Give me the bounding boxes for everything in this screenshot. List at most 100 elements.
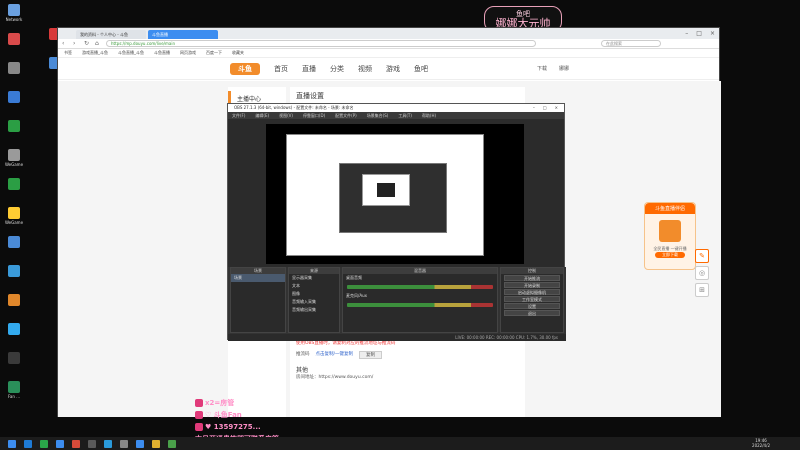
obs-menu-item[interactable]: 编辑(E) [255,112,269,119]
taskbar-clock[interactable]: 19:46 2022/4/2 [752,438,770,448]
nav-live[interactable]: 直播 [302,64,316,74]
back-icon[interactable]: ‹ [62,40,68,47]
forward-icon[interactable]: › [73,40,79,47]
taskbar-app-icon[interactable] [120,439,128,448]
app-icon [8,352,20,364]
promo-title: 斗鱼直播伴侣 [645,203,695,214]
obs-control-button[interactable]: 退出 [504,310,560,316]
bookmark-item[interactable]: 收藏夹 [232,50,244,56]
app-icon [8,236,20,248]
desktop-icon[interactable]: WeGame [0,207,28,233]
source-item[interactable]: 文本 [289,282,339,290]
search-input[interactable]: 在此搜索 [601,40,661,47]
taskbar-app-icon[interactable] [104,439,112,448]
obs-control-button[interactable]: 设置 [504,303,560,309]
minimize-icon[interactable]: – [533,104,535,112]
nav-games[interactable]: 游戏 [386,64,400,74]
taskbar-app-icon[interactable] [24,439,32,448]
obs-menu-item[interactable]: 场景集合(S) [367,112,389,119]
desktop-icon-label: WeGame [4,162,24,167]
tab-profile[interactable]: 我的资料 - 个人中心 - 斗鱼 [76,30,146,39]
grid-icon[interactable]: ⊞ [695,283,709,297]
bookmark-item[interactable]: 斗鱼直播 [154,50,170,56]
taskbar-app-icon[interactable] [136,439,144,448]
source-item[interactable]: 音频输出采集 [289,306,339,314]
refresh-icon[interactable]: ↻ [84,40,90,47]
desktop-icon[interactable] [0,265,28,291]
desktop-icon[interactable] [0,236,28,262]
obs-menu-item[interactable]: 工具(T) [398,112,412,119]
nav-video[interactable]: 视频 [358,64,372,74]
bookmark-item[interactable]: 百度一下 [206,50,222,56]
desktop-icon[interactable] [0,294,28,320]
desktop-icon[interactable] [0,178,28,204]
url-input[interactable]: https://mp.douyu.com/live/main [106,40,536,47]
mixer-channel-desktop: 桌面音频 [346,275,362,280]
live-companion-promo[interactable]: 斗鱼直播伴侣 全民直播 一键开播 立即下载 [644,202,696,270]
source-item[interactable]: 音频输入采集 [289,298,339,306]
obs-menu-item[interactable]: 帮助(H) [422,112,436,119]
overlay-line: ♡ 斗鱼Fan [195,409,279,421]
nav-home[interactable]: 首页 [274,64,288,74]
obs-docks: 场景 场景 来源 显示器采集 文本 图像 音频输入采集 音频输出采集 混音器 桌面音频 … [228,267,566,341]
edit-icon[interactable]: ✎ [695,249,709,263]
user-menu[interactable]: 娜娜 [559,65,569,72]
desktop-icon[interactable] [0,323,28,349]
desktop-icon[interactable] [0,352,28,378]
nav-fishbar[interactable]: 鱼吧 [414,64,428,74]
desktop-icon[interactable] [0,91,28,117]
obs-menu-item[interactable]: 配置文件(P) [335,112,357,119]
scenes-dock: 场景 场景 [230,267,286,333]
overlay-line: x2=房管 [195,397,279,409]
desktop-icon[interactable] [0,62,28,88]
overlay-text-3: ♥ 13597275... [205,423,261,431]
room-address: 房间地址：https://www.douyu.com/ [296,375,374,380]
douyu-logo[interactable]: 斗鱼 [230,62,260,75]
windows-start-icon[interactable] [8,439,16,448]
audio-meter[interactable] [347,285,493,289]
scene-item[interactable]: 场景 [231,274,285,282]
overlay-text-2: ♡ 斗鱼Fan [205,411,242,419]
obs-control-button[interactable]: 工作室模式 [504,296,560,302]
tab-douyu-live[interactable]: 斗鱼直播 [148,30,218,39]
maximize-icon[interactable]: □ [543,104,547,112]
desktop-icon[interactable] [0,33,28,59]
desktop-icon[interactable] [0,120,28,146]
obs-status-bar: LIVE: 00:00:00 REC: 00:00:00 CPU: 1.7%, … [228,334,566,341]
obs-control-button[interactable]: 开始推流 [504,275,560,281]
nav-category[interactable]: 分类 [330,64,344,74]
source-item[interactable]: 显示器采集 [289,274,339,282]
obs-control-button[interactable]: 开始录制 [504,282,560,288]
taskbar-app-icon[interactable] [152,439,160,448]
desktop-icon[interactable]: WeGame [0,149,28,175]
download-link[interactable]: 下载 [537,65,547,72]
source-item[interactable]: 图像 [289,290,339,298]
taskbar-app-icon[interactable] [168,439,176,448]
target-icon[interactable]: ◎ [695,266,709,280]
copy-link[interactable]: 点击复制/一键复制 [316,351,354,359]
taskbar-app-icon[interactable] [40,439,48,448]
obs-menu-item[interactable]: 文件(F) [232,112,245,119]
close-icon[interactable]: × [555,104,558,112]
desktop-icon[interactable]: Fan ... [0,381,28,407]
bookmark-item[interactable]: 网页游戏 [180,50,196,56]
desktop-icon[interactable]: Network [0,4,28,30]
promo-app-icon [659,220,681,242]
copy-button[interactable]: 复制 [359,351,383,359]
sources-dock: 来源 显示器采集 文本 图像 音频输入采集 音频输出采集 [288,267,340,333]
promo-download-button[interactable]: 立即下载 [655,252,685,258]
home-icon[interactable]: ⌂ [95,40,101,47]
minimize-icon[interactable]: – [685,30,688,37]
bookmark-item[interactable]: 斗鱼直播_斗鱼 [118,50,144,56]
close-icon[interactable]: × [710,30,715,37]
audio-meter[interactable] [347,303,493,307]
taskbar-app-icon[interactable] [72,439,80,448]
bookmark-item[interactable]: 书签 [64,50,72,56]
taskbar-app-icon[interactable] [88,439,96,448]
maximize-icon[interactable]: □ [696,30,702,37]
taskbar-app-icon[interactable] [56,439,64,448]
obs-control-button[interactable]: 启动虚拟摄像机 [504,289,560,295]
bookmark-item[interactable]: 游戏直播_斗鱼 [82,50,108,56]
obs-menu-item[interactable]: 停靠窗口(D) [303,112,325,119]
obs-menu-item[interactable]: 视图(V) [279,112,293,119]
